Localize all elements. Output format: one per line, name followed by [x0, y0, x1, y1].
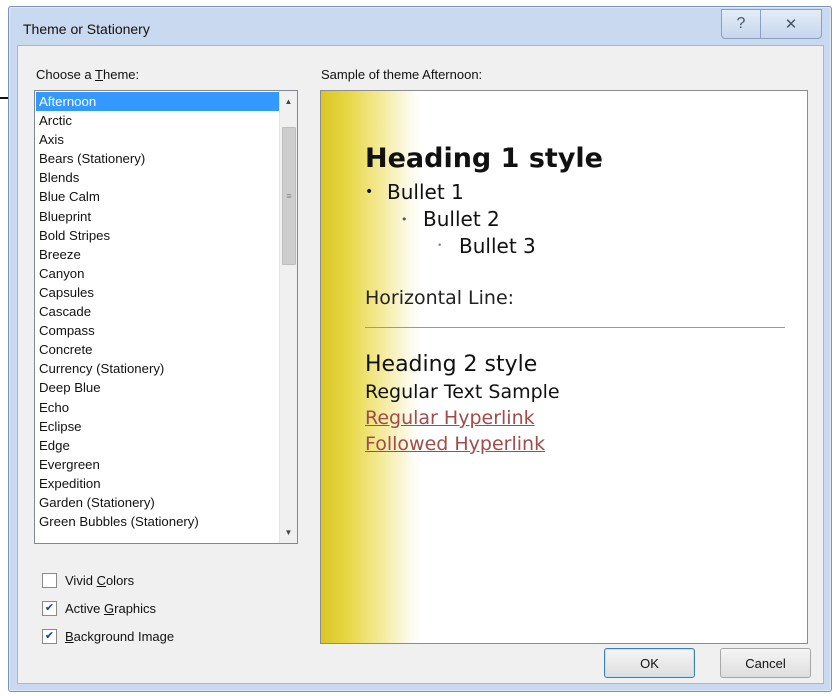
active-graphics-option[interactable]: ✔ Active Graphics [42, 601, 156, 616]
theme-list-item[interactable]: Bears (Stationery) [36, 149, 279, 168]
theme-list-item[interactable]: Axis [36, 130, 279, 149]
scroll-up-arrow-icon[interactable]: ▲ [280, 93, 297, 110]
vivid-colors-checkbox[interactable] [42, 573, 57, 588]
preview-regular-text: Regular Text Sample [365, 381, 560, 403]
theme-list-item[interactable]: Blends [36, 168, 279, 187]
theme-list-items: Afternoon Arctic Axis Bears (Stationery) Ble… [36, 92, 279, 531]
theme-list-item[interactable]: Blueprint [36, 207, 279, 226]
close-icon: ✕ [784, 16, 798, 33]
theme-list-label: Choose a Theme: [36, 67, 140, 82]
preview-heading-1: Heading 1 style [365, 143, 603, 174]
help-icon: ? [736, 15, 746, 32]
preview-heading-2: Heading 2 style [365, 352, 538, 377]
theme-list-item[interactable]: Capsules [36, 283, 279, 302]
theme-list-item[interactable]: Deep Blue [36, 378, 279, 397]
background-image-option[interactable]: ✔ Background Image [42, 629, 174, 644]
theme-list-item[interactable]: Garden (Stationery) [36, 493, 279, 512]
theme-list-item[interactable]: Cascade [36, 302, 279, 321]
theme-list-item[interactable]: Bold Stripes [36, 226, 279, 245]
theme-list-item[interactable]: Concrete [36, 340, 279, 359]
help-button[interactable]: ? [721, 9, 761, 39]
active-graphics-checkbox[interactable]: ✔ [42, 601, 57, 616]
theme-list-item[interactable]: Edge [36, 436, 279, 455]
scroll-thumb[interactable]: ≡ [282, 127, 296, 265]
preview-bullet-3: • Bullet 3 [437, 234, 536, 258]
dialog-body: Choose a Theme: Afternoon Arctic Axis Bears… [17, 45, 824, 684]
close-button[interactable]: ✕ [760, 9, 822, 39]
checkmark-icon: ✔ [44, 602, 55, 614]
active-graphics-label: Active Graphics [65, 601, 157, 616]
background-image-label: Background Image [65, 629, 175, 644]
preview-label: Sample of theme Afternoon: [321, 67, 483, 82]
theme-list-item[interactable]: Blue Calm [36, 187, 279, 206]
ok-button[interactable]: OK [604, 648, 695, 678]
preview-bullet-2: • Bullet 2 [401, 207, 500, 231]
cancel-button[interactable]: Cancel [720, 648, 811, 678]
preview-horizontal-line [365, 327, 785, 328]
theme-preview: Heading 1 style • Bullet 1 • Bullet 2 • Bul… [320, 90, 808, 644]
theme-list-item[interactable]: Green Bubbles (Stationery) [36, 512, 279, 531]
checkmark-icon: ✔ [44, 630, 55, 642]
title-bar: Theme or Stationery ? ✕ [9, 7, 831, 45]
theme-list-item[interactable]: Evergreen [36, 455, 279, 474]
theme-list-item[interactable]: Echo [36, 398, 279, 417]
vivid-colors-option[interactable]: Vivid Colors [42, 573, 134, 588]
scroll-down-arrow-icon[interactable]: ▼ [280, 524, 297, 541]
preview-horizontal-line-label: Horizontal Line: [365, 287, 515, 309]
bullet-dot-icon: • [365, 184, 374, 200]
theme-list-item[interactable]: Expedition [36, 474, 279, 493]
theme-list-item[interactable]: Breeze [36, 245, 279, 264]
bullet-dot-icon: • [437, 241, 443, 251]
theme-list-item[interactable]: Compass [36, 321, 279, 340]
theme-dialog: Theme or Stationery ? ✕ Choose a Theme: … [8, 6, 832, 692]
theme-list-item[interactable]: Currency (Stationery) [36, 359, 279, 378]
preview-followed-hyperlink: Followed Hyperlink [365, 433, 546, 455]
background-image-checkbox[interactable]: ✔ [42, 629, 57, 644]
bullet-dot-icon: • [401, 212, 408, 226]
preview-hyperlink: Regular Hyperlink [365, 407, 535, 429]
theme-list-item[interactable]: Arctic [36, 111, 279, 130]
theme-list-item[interactable]: Eclipse [36, 417, 279, 436]
vivid-colors-label: Vivid Colors [65, 573, 135, 588]
dialog-title: Theme or Stationery [23, 21, 150, 37]
theme-listbox[interactable]: Afternoon Arctic Axis Bears (Stationery) Ble… [34, 90, 298, 544]
preview-bullet-1: • Bullet 1 [365, 180, 464, 204]
theme-list-item[interactable]: Canyon [36, 264, 279, 283]
theme-list-item[interactable]: Afternoon [36, 92, 279, 112]
theme-list-scrollbar[interactable]: ▲ ≡ ▼ [279, 91, 297, 543]
